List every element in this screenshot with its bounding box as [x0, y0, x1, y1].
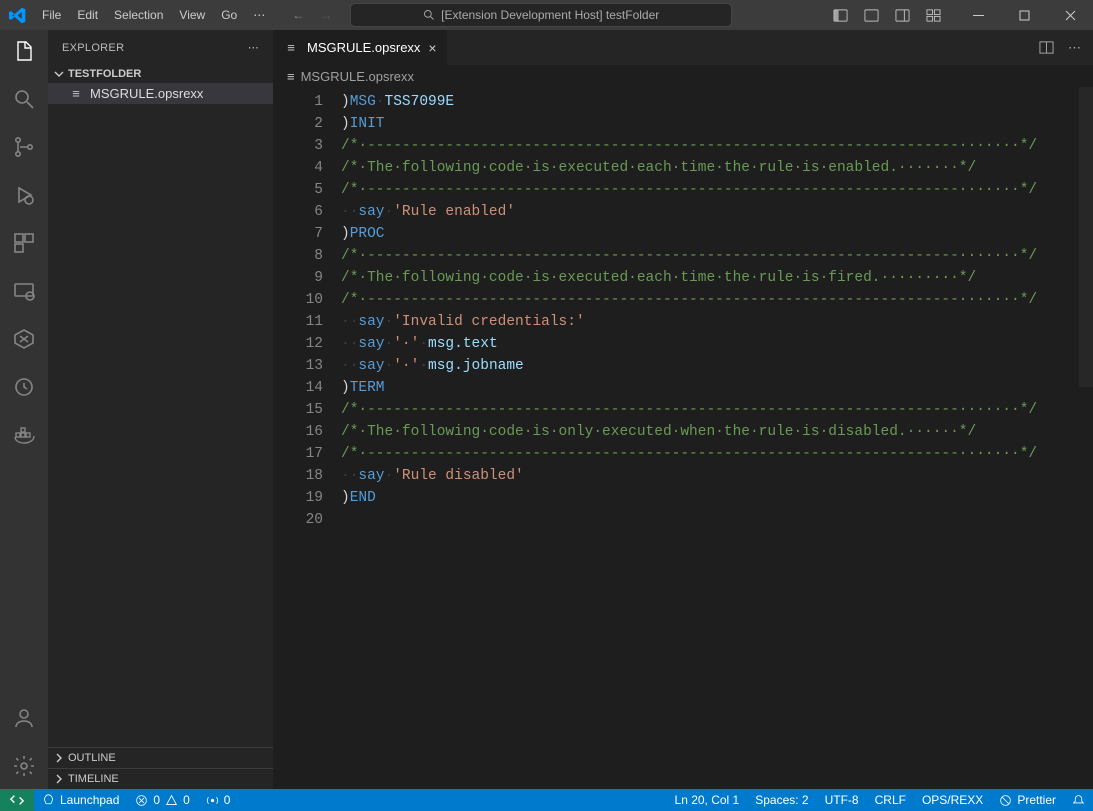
- ab-history-icon[interactable]: [0, 374, 48, 400]
- layout-bottom-icon[interactable]: [864, 8, 879, 23]
- status-launchpad[interactable]: Launchpad: [34, 793, 127, 807]
- minimize-button[interactable]: [955, 0, 1001, 30]
- folder-name: TESTFOLDER: [68, 68, 141, 80]
- breadcrumbs[interactable]: ≡ MSGRULE.opsrexx: [273, 65, 1093, 87]
- file-name: MSGRULE.opsrexx: [90, 86, 203, 101]
- file-icon: ≡: [68, 86, 84, 101]
- status-bell-icon[interactable]: [1064, 793, 1093, 807]
- ab-extensions-icon[interactable]: [0, 230, 48, 256]
- ab-debug-icon[interactable]: [0, 182, 48, 208]
- layout-customize-icon[interactable]: [926, 8, 941, 23]
- status-encoding[interactable]: UTF-8: [817, 793, 867, 807]
- sidebar-title: EXPLORER: [62, 42, 124, 54]
- tabs-row: ≡ MSGRULE.opsrexx × ⋯: [273, 30, 1093, 65]
- ab-remote-icon[interactable]: [0, 278, 48, 304]
- code-editor[interactable]: 1234567891011121314151617181920 )MSG·TSS…: [273, 87, 1093, 789]
- file-icon: ≡: [287, 69, 295, 84]
- remote-button[interactable]: [0, 789, 34, 811]
- launchpad-label: Launchpad: [60, 793, 119, 807]
- outline-label: OUTLINE: [68, 752, 116, 764]
- menu-more[interactable]: ⋯: [246, 4, 272, 26]
- rocket-icon: [42, 794, 55, 807]
- tab-active[interactable]: ≡ MSGRULE.opsrexx ×: [273, 30, 448, 65]
- status-cursor[interactable]: Ln 20, Col 1: [667, 793, 748, 807]
- breadcrumb-file: MSGRULE.opsrexx: [301, 69, 414, 84]
- menu-bar: File Edit Selection View Go ⋯: [35, 4, 272, 26]
- prettier-icon: [999, 794, 1012, 807]
- title-bar: File Edit Selection View Go ⋯ ← → [Exten…: [0, 0, 1093, 30]
- status-ports[interactable]: 0: [198, 793, 239, 807]
- error-icon: [135, 794, 148, 807]
- port-count: 0: [224, 793, 231, 807]
- nav-back-icon[interactable]: ←: [292, 8, 304, 22]
- maximize-button[interactable]: [1001, 0, 1047, 30]
- close-button[interactable]: [1047, 0, 1093, 30]
- editor-area: ≡ MSGRULE.opsrexx × ⋯ ≡ MSGRULE.opsrexx …: [273, 30, 1093, 789]
- menu-view[interactable]: View: [172, 4, 212, 26]
- timeline-section[interactable]: TIMELINE: [48, 768, 273, 789]
- error-count: 0: [153, 793, 160, 807]
- ab-search-icon[interactable]: [0, 86, 48, 112]
- menu-selection[interactable]: Selection: [107, 4, 170, 26]
- search-icon: [423, 9, 435, 21]
- command-center-text: [Extension Development Host] testFolder: [441, 8, 659, 22]
- ab-zowe-icon[interactable]: [0, 326, 48, 352]
- ab-explorer-icon[interactable]: [0, 38, 48, 64]
- menu-file[interactable]: File: [35, 4, 68, 26]
- warning-count: 0: [183, 793, 190, 807]
- radio-icon: [206, 794, 219, 807]
- timeline-label: TIMELINE: [68, 773, 119, 785]
- tab-more-icon[interactable]: ⋯: [1068, 40, 1081, 56]
- ab-scm-icon[interactable]: [0, 134, 48, 160]
- status-prettier[interactable]: Prettier: [991, 793, 1064, 807]
- status-eol[interactable]: CRLF: [867, 793, 914, 807]
- activity-bar: [0, 30, 48, 789]
- nav-arrows: ← →: [292, 8, 332, 22]
- layout-right-icon[interactable]: [895, 8, 910, 23]
- sidebar-more-icon[interactable]: ⋯: [248, 41, 259, 54]
- file-icon: ≡: [283, 40, 299, 55]
- split-editor-icon[interactable]: [1039, 40, 1054, 55]
- warning-icon: [165, 794, 178, 807]
- menu-edit[interactable]: Edit: [70, 4, 105, 26]
- folder-row[interactable]: TESTFOLDER: [48, 65, 273, 83]
- close-icon[interactable]: ×: [428, 40, 436, 56]
- vscode-logo: [0, 7, 35, 24]
- chevron-right-icon: [54, 753, 64, 763]
- status-problems[interactable]: 0 0: [127, 793, 197, 807]
- status-spaces[interactable]: Spaces: 2: [747, 793, 816, 807]
- sidebar: EXPLORER ⋯ TESTFOLDER ≡ MSGRULE.opsrexx …: [48, 30, 273, 789]
- code-content[interactable]: )MSG·TSS7099E)INIT/*·-------------------…: [341, 87, 1093, 789]
- chevron-down-icon: [54, 69, 64, 79]
- nav-forward-icon[interactable]: →: [320, 8, 332, 22]
- sidebar-header: EXPLORER ⋯: [48, 30, 273, 65]
- layout-left-icon[interactable]: [833, 8, 848, 23]
- minimap[interactable]: [1078, 87, 1093, 789]
- file-entry[interactable]: ≡ MSGRULE.opsrexx: [48, 83, 273, 104]
- ab-docker-icon[interactable]: [0, 422, 48, 448]
- ab-settings-icon[interactable]: [0, 753, 48, 779]
- menu-go[interactable]: Go: [214, 4, 244, 26]
- outline-section[interactable]: OUTLINE: [48, 747, 273, 768]
- status-bar: Launchpad 0 0 0 Ln 20, Col 1 Spaces: 2 U…: [0, 789, 1093, 811]
- command-center[interactable]: [Extension Development Host] testFolder: [350, 3, 732, 27]
- line-numbers: 1234567891011121314151617181920: [273, 87, 341, 789]
- chevron-right-icon: [54, 774, 64, 784]
- ab-account-icon[interactable]: [0, 705, 48, 731]
- window-controls: [955, 0, 1093, 30]
- tab-label: MSGRULE.opsrexx: [307, 40, 420, 55]
- status-language[interactable]: OPS/REXX: [914, 793, 991, 807]
- layout-controls: [833, 8, 941, 23]
